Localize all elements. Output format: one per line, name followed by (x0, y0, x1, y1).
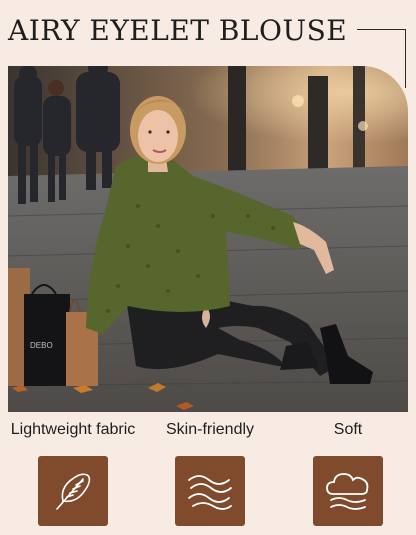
feature-label-lightweight: Lightweight fabric (10, 421, 136, 438)
feature-skin-friendly: Skin-friendly (160, 420, 260, 526)
cloud-soft-icon (313, 456, 383, 526)
waves-icon (175, 456, 245, 526)
feature-lightweight: Lightweight fabric (6, 420, 140, 526)
product-photo: DEBO (8, 66, 408, 412)
feature-label-skin-friendly: Skin-friendly (165, 421, 255, 438)
feature-label-soft: Soft (333, 421, 363, 438)
feature-soft: Soft (296, 420, 400, 526)
page-title: AIRY EYELET BLOUSE (8, 14, 348, 47)
bag-text: DEBO (30, 341, 53, 350)
feather-icon (38, 456, 108, 526)
feature-list: Lightweight fabric Skin-friendly Soft (0, 420, 416, 535)
